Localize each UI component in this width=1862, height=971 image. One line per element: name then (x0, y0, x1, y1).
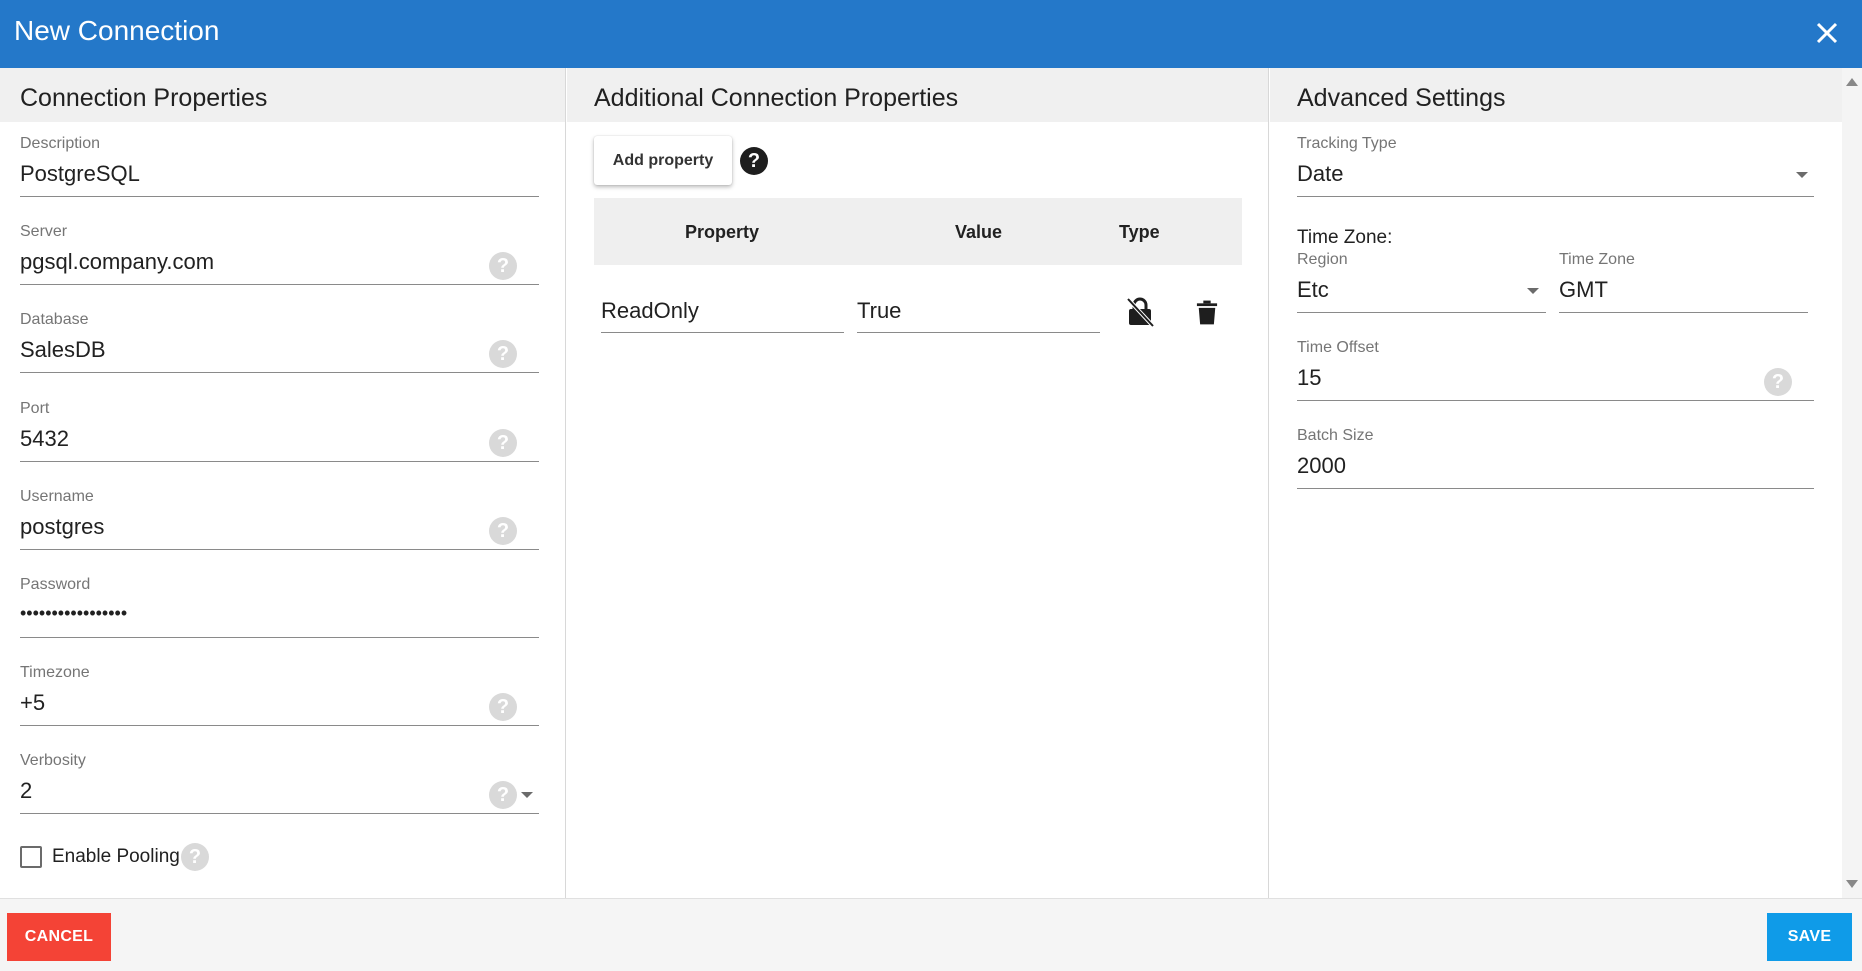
time-zone-label: Time Zone (1559, 251, 1635, 268)
port-input[interactable]: 5432 (20, 425, 69, 453)
cancel-button[interactable]: CANCEL (7, 913, 111, 961)
password-input[interactable]: ••••••••••••••••• (20, 599, 127, 627)
help-icon[interactable]: ? (489, 781, 517, 809)
field-underline (20, 196, 539, 197)
field-underline (20, 549, 539, 550)
description-input[interactable]: PostgreSQL (20, 160, 140, 188)
field-underline (20, 284, 539, 285)
verbosity-select[interactable]: Verbosity 2 ? (20, 751, 539, 815)
trash-icon[interactable] (1196, 299, 1218, 326)
field-underline (20, 725, 539, 726)
password-field[interactable]: Password ••••••••••••••••• (20, 575, 539, 639)
advanced-settings-heading: Advanced Settings (1270, 68, 1842, 122)
time-offset-label: Time Offset (1297, 339, 1379, 356)
close-icon[interactable] (1810, 16, 1844, 50)
additional-properties-heading: Additional Connection Properties (567, 68, 1268, 122)
username-input[interactable]: postgres (20, 513, 104, 541)
batch-size-input[interactable]: 2000 (1297, 452, 1346, 480)
dialog-title: New Connection (14, 15, 220, 46)
lock-icon[interactable] (1126, 297, 1154, 327)
help-icon[interactable]: ? (489, 693, 517, 721)
help-icon[interactable]: ? (489, 517, 517, 545)
tracking-type-value[interactable]: Date (1297, 160, 1343, 188)
field-underline (601, 332, 844, 333)
time-zone-input[interactable]: GMT (1559, 276, 1608, 304)
database-label: Database (20, 311, 89, 328)
verbosity-label: Verbosity (20, 752, 86, 769)
batch-size-field[interactable]: Batch Size 2000 (1297, 426, 1814, 490)
username-field[interactable]: Username postgres ? (20, 487, 539, 551)
scroll-up-arrow-icon[interactable] (1846, 78, 1858, 86)
column-header-property: Property (685, 222, 760, 242)
time-zone-field[interactable]: Time Zone GMT (1559, 250, 1808, 314)
field-underline (20, 372, 539, 373)
field-underline (1297, 196, 1814, 197)
enable-pooling-checkbox[interactable] (20, 846, 42, 868)
time-offset-input[interactable]: 15 (1297, 364, 1321, 392)
chevron-down-icon[interactable] (521, 792, 533, 798)
password-label: Password (20, 576, 91, 593)
timezone-field[interactable]: Timezone +5 ? (20, 663, 539, 727)
region-select[interactable]: Region Etc (1297, 250, 1546, 314)
help-icon[interactable]: ? (489, 429, 517, 457)
time-zone-group-label: Time Zone: (1297, 227, 1393, 248)
column-header-value: Value (955, 222, 1003, 242)
help-icon[interactable]: ? (489, 252, 517, 280)
chevron-down-icon[interactable] (1796, 172, 1808, 178)
server-label: Server (20, 223, 68, 240)
description-label: Description (20, 135, 101, 152)
dialog-footer: CANCEL SAVE (0, 898, 1862, 971)
database-field[interactable]: Database SalesDB ? (20, 310, 539, 374)
add-property-button[interactable]: Add property (594, 136, 732, 185)
additional-properties-panel: Additional Connection Properties (567, 68, 1269, 898)
batch-size-label: Batch Size (1297, 427, 1374, 444)
server-field[interactable]: Server pgsql.company.com ? (20, 222, 539, 286)
help-icon[interactable]: ? (181, 843, 209, 871)
description-field[interactable]: Description PostgreSQL (20, 134, 539, 198)
server-input[interactable]: pgsql.company.com (20, 248, 214, 276)
enable-pooling-label[interactable]: Enable Pooling (52, 844, 180, 870)
port-field[interactable]: Port 5432 ? (20, 399, 539, 463)
help-icon[interactable]: ? (1764, 368, 1792, 396)
field-underline (20, 813, 539, 814)
scroll-down-arrow-icon[interactable] (1846, 880, 1858, 888)
vertical-scrollbar[interactable] (1842, 68, 1862, 898)
region-label: Region (1297, 251, 1348, 268)
port-label: Port (20, 400, 50, 417)
chevron-down-icon[interactable] (1527, 288, 1539, 294)
field-underline (1297, 400, 1814, 401)
field-underline (1297, 488, 1814, 489)
connection-properties-panel: Connection Properties Description Postgr… (0, 68, 566, 898)
timezone-label: Timezone (20, 664, 90, 681)
property-name-input[interactable]: ReadOnly (601, 298, 699, 324)
region-value[interactable]: Etc (1297, 276, 1329, 304)
verbosity-value[interactable]: 2 (20, 777, 32, 805)
field-underline (20, 461, 539, 462)
time-offset-field[interactable]: Time Offset 15 ? (1297, 338, 1814, 402)
tracking-type-select[interactable]: Tracking Type Date (1297, 134, 1814, 198)
properties-table-header: Property Value Type (594, 198, 1242, 265)
database-input[interactable]: SalesDB (20, 336, 106, 364)
save-button[interactable]: SAVE (1767, 913, 1852, 961)
help-icon[interactable]: ? (489, 340, 517, 368)
field-underline (1297, 312, 1546, 313)
field-underline (1559, 312, 1808, 313)
tracking-type-label: Tracking Type (1297, 135, 1397, 152)
connection-properties-heading: Connection Properties (0, 68, 565, 122)
field-underline (857, 332, 1100, 333)
help-icon[interactable]: ? (740, 147, 768, 175)
username-label: Username (20, 488, 94, 505)
dialog-titlebar: New Connection (0, 0, 1862, 68)
timezone-input[interactable]: +5 (20, 689, 45, 717)
column-header-type: Type (1119, 222, 1160, 242)
property-value-input[interactable]: True (857, 298, 901, 324)
field-underline (20, 637, 539, 638)
